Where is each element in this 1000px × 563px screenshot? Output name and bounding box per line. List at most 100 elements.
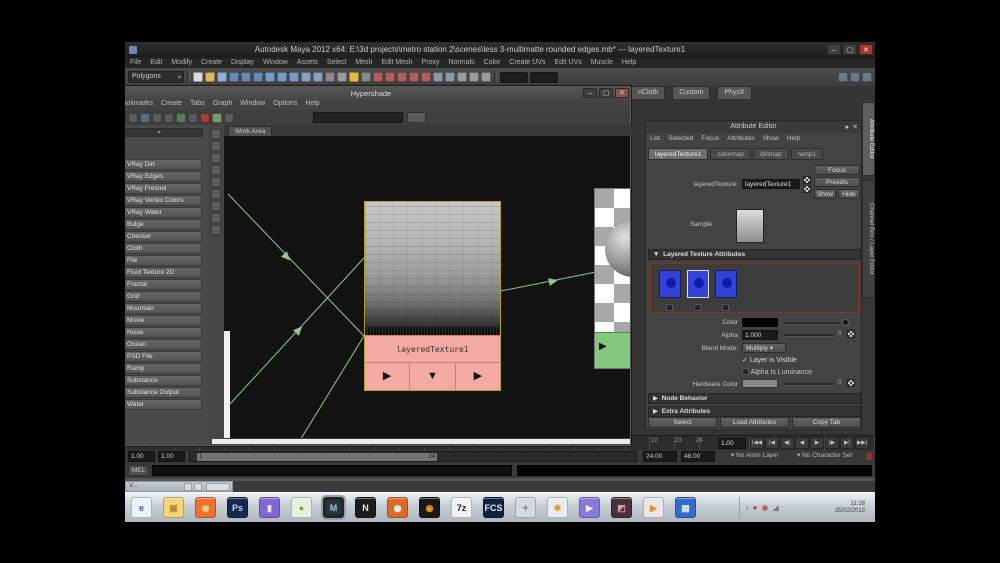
blue-app-icon[interactable]: ▦ [675,497,696,518]
focus-button[interactable]: Focus [814,165,860,175]
ae-node-tab[interactable]: colormap [710,148,751,160]
create-node-button[interactable]: VRay Fresnel [125,183,202,194]
snap-curve-icon[interactable] [385,72,395,82]
maya-menu-item[interactable]: Edit UVs [554,59,581,68]
tray-expand-icon[interactable]: ‹ [746,504,749,512]
tab-channel-box[interactable]: Channel Box / Layer Editor [862,180,875,298]
maximize-button[interactable] [194,483,202,491]
create-panel-dropdown[interactable]: ▾ [125,128,203,137]
maya-title-bar[interactable]: Autodesk Maya 2012 x64: E:\3d projects\m… [125,42,875,58]
create-node-button[interactable]: Cloth [125,243,202,254]
input-connections-icon[interactable] [188,112,198,123]
ae-bottom-button[interactable]: Load Attributes [720,417,789,428]
photo-viewer-icon[interactable]: ◩ [611,497,632,518]
nuke-icon[interactable]: N [355,497,376,518]
highlight-icon[interactable] [361,72,371,82]
close-button[interactable]: ✕ [859,44,873,55]
auto-key-icon[interactable] [865,452,873,461]
hypershade-menu-item[interactable]: Options [273,100,297,107]
create-node-button[interactable]: PSD File [125,351,202,362]
next-graph-icon[interactable] [128,112,138,123]
ae-bottom-button[interactable]: Copy Tab [792,417,861,428]
create-node-button[interactable]: Water [125,399,202,410]
ae-menu-item[interactable]: Help [787,135,800,142]
restore-button[interactable] [206,483,230,491]
swap-down-icon[interactable] [803,185,811,193]
close-icon[interactable]: ✕ [852,123,858,132]
maya-menu-item[interactable]: Muscle [591,59,613,68]
hypershade-title-bar[interactable]: Hypershade [125,87,630,100]
ae-node-tab[interactable]: dirtmap [752,148,789,160]
ae-menu-item[interactable]: List [650,135,660,142]
ae-menu-item[interactable]: Show [763,135,779,142]
maya-menu-item[interactable]: Mesh [355,59,372,68]
create-node-button[interactable]: Fractal [125,279,202,290]
minimized-window-titlebar[interactable]: V... [125,481,233,492]
node-behavior-section[interactable]: ▶ Node Behavior [648,393,861,404]
green-orb-icon[interactable]: ● [291,497,312,518]
layer-checkbox-3[interactable] [722,304,729,311]
create-node-button[interactable]: Bulge [125,219,202,230]
alpha-map-icon[interactable] [847,330,855,338]
maya-menu-item[interactable]: Edit Mesh [381,59,412,68]
input-field-x[interactable] [500,71,528,83]
layer-checkbox-2[interactable] [694,304,701,311]
hypershade-menu-item[interactable]: Help [305,100,319,107]
question-icon[interactable] [337,72,347,82]
maya-icon[interactable]: M [321,495,346,520]
toxik-icon[interactable]: ◉ [419,497,440,518]
create-node-button[interactable]: Ramp [125,363,202,374]
create-node-button[interactable]: Movie [125,315,202,326]
playback-button[interactable]: ◀| [780,437,794,449]
previous-graph-icon[interactable] [125,112,126,123]
paint-select-icon[interactable] [313,72,323,82]
silver-app-icon[interactable]: ✦ [515,497,536,518]
material-node-partial[interactable]: ▶ [594,188,630,369]
sidebar-toggle-icon[interactable] [838,72,848,82]
create-node-button[interactable]: VRay Edges [125,171,202,182]
lights-tab-icon[interactable] [211,165,221,175]
input-field-y[interactable] [530,71,558,83]
maya-menu-item[interactable]: Create [201,59,222,68]
show-connected-icon[interactable] [224,112,234,123]
soft-select-icon[interactable] [325,72,335,82]
playback-button[interactable]: ◀ [795,437,809,449]
7zip-icon[interactable]: 7z [451,497,472,518]
select-by-hierarchy-icon[interactable] [229,72,239,82]
select-by-object-icon[interactable] [241,72,251,82]
ipr-render-icon[interactable] [469,72,479,82]
new-scene-icon[interactable] [193,72,203,82]
maya-menu-item[interactable]: Color [484,59,501,68]
animation-start-field[interactable]: 1.00 [158,451,185,462]
maya-menu-item[interactable]: Create UVs [509,59,545,68]
node-name-field[interactable]: layeredTexture1 [742,179,800,189]
hardware-color-swatch[interactable] [742,379,778,388]
ae-menu-item[interactable]: Attributes [727,135,754,142]
character-set-dropdown[interactable]: ▾ No Character Set [797,451,852,462]
playback-end-field[interactable]: 48.00 [681,451,715,462]
swap-up-icon[interactable] [803,176,811,184]
minimize-button[interactable]: – [583,88,597,98]
cameras-tab-icon[interactable] [211,177,221,187]
alpha-slider[interactable] [784,334,834,337]
filter-button[interactable] [407,112,426,123]
maya-menu-item[interactable]: Proxy [422,59,440,68]
ae-node-tab[interactable]: layeredTexture1 [648,148,709,160]
create-node-button[interactable]: Ocean [125,339,202,350]
create-node-button[interactable]: Substance Output [125,387,202,398]
utilities-tab-icon[interactable] [211,153,221,163]
lasso-tool-icon[interactable] [301,72,311,82]
rotate-tool-icon[interactable] [277,72,287,82]
layer-swatch-2-selected[interactable] [687,270,709,298]
anim-layer-dropdown[interactable]: ▾ No Anim Layer [731,451,779,462]
range-slider-bar[interactable]: 1 24 [197,453,437,461]
channelbox-toggle-icon[interactable] [850,72,860,82]
asset-icon[interactable] [211,225,221,235]
color-slider[interactable] [784,322,840,325]
firefox-icon[interactable]: ◉ [195,497,216,518]
output-connections-icon[interactable] [200,112,210,123]
blend-mode-dropdown[interactable]: Multiply ▾ [742,343,786,353]
close-button[interactable]: ✕ [615,88,629,98]
layers-area[interactable] [650,263,859,313]
work-area[interactable]: layeredTexture1 ▶ ▼ ▶ ▶ [224,136,630,438]
